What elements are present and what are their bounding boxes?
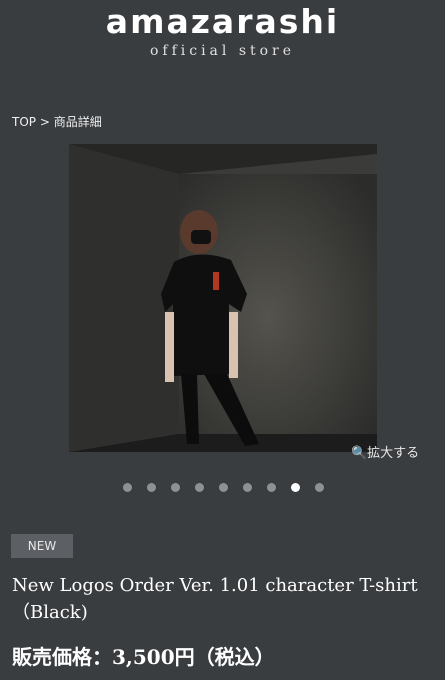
breadcrumb-separator: > [39,115,50,129]
zoom-link[interactable]: 🔍拡大する [351,442,419,461]
breadcrumb-top-link[interactable]: TOP [12,115,36,129]
gallery-dot[interactable] [147,483,156,492]
gallery-dot[interactable] [219,483,228,492]
product-price: 販売価格：3,500円（税込） [12,645,275,669]
product-photo[interactable] [69,144,377,452]
breadcrumb-current: 商品詳細 [53,115,102,129]
product-title: New Logos Order Ver. 1.01 character T-sh… [12,575,418,623]
product-photo-figure [69,144,377,452]
gallery-dot[interactable] [123,483,132,492]
gallery-dot[interactable] [267,483,276,492]
gallery-dot[interactable] [171,483,180,492]
gallery-dot[interactable] [243,483,252,492]
gallery-dot[interactable] [315,483,324,492]
new-badge: NEW [11,534,73,558]
gallery-dot[interactable] [195,483,204,492]
breadcrumb: TOP > 商品詳細 [12,113,102,130]
site-header: amazarashi official store [0,0,445,70]
gallery-dot-active[interactable] [291,483,300,492]
site-logo[interactable]: amazarashi [0,2,445,41]
logo-subtitle: official store [149,43,296,59]
